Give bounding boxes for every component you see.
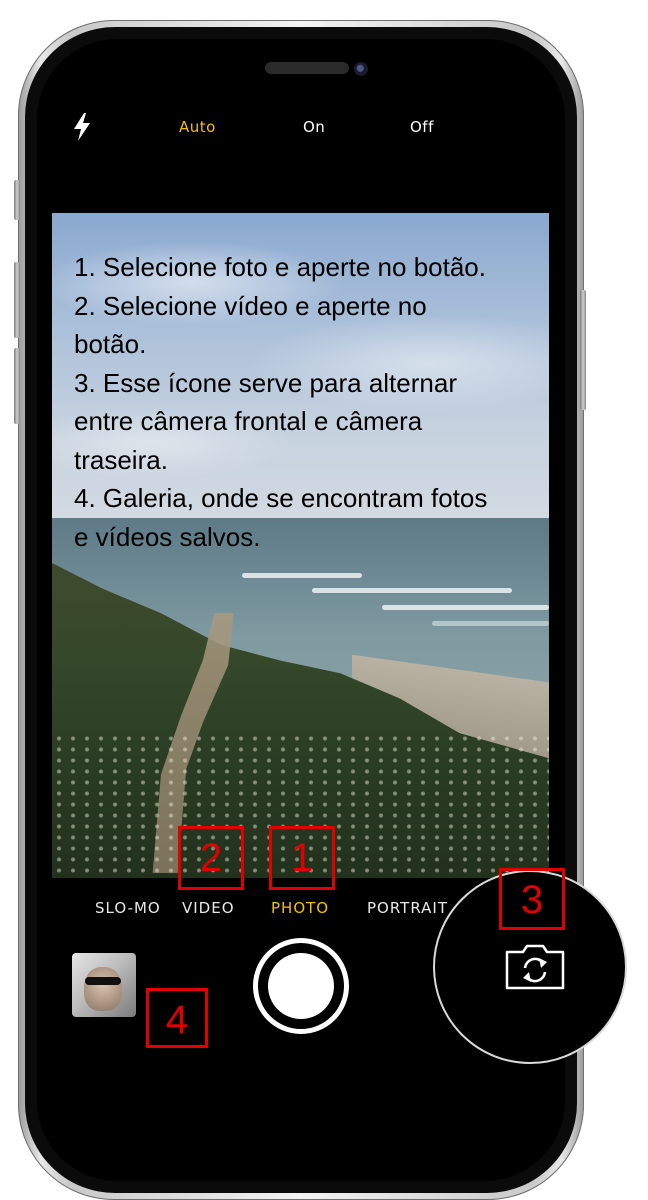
instruction-2: 2. Selecione vídeo e aperte no botão.	[74, 290, 427, 360]
viewfinder-surf	[382, 605, 549, 610]
viewfinder-surf	[242, 573, 362, 578]
camera-flip-icon[interactable]	[503, 944, 567, 990]
flash-icon[interactable]	[72, 112, 92, 142]
mode-slo-mo[interactable]: SLO-MO	[95, 899, 161, 917]
instruction-3: 3. Esse ícone serve para alternar entre …	[74, 367, 457, 475]
volume-up-button	[14, 262, 20, 338]
power-button	[580, 290, 586, 410]
gallery-thumbnail-sunglasses	[85, 977, 121, 985]
viewfinder-surf	[312, 588, 512, 593]
viewfinder-surf	[432, 621, 549, 626]
flash-on-option[interactable]: On	[303, 118, 325, 136]
shutter-button[interactable]	[253, 938, 349, 1034]
annotation-2: 2	[178, 826, 244, 890]
instruction-1: 1. Selecione foto e aperte no botão.	[74, 252, 486, 282]
gallery-thumbnail-face	[84, 967, 122, 1011]
annotation-1: 1	[269, 826, 335, 890]
volume-down-button	[14, 348, 20, 424]
instruction-text: 1. Selecione foto e aperte no botão. 2. …	[74, 248, 564, 556]
earpiece-speaker	[265, 62, 349, 74]
instruction-4: 4. Galeria, onde se encontram fotos e ví…	[74, 483, 488, 552]
front-camera-lens	[354, 62, 368, 76]
mute-switch	[14, 180, 20, 220]
mode-photo[interactable]: PHOTO	[271, 899, 329, 917]
shutter-button-inner	[268, 953, 334, 1019]
annotation-3: 3	[499, 868, 565, 930]
flash-auto-option[interactable]: Auto	[179, 118, 216, 136]
gallery-thumbnail[interactable]	[72, 953, 136, 1017]
flash-off-option[interactable]: Off	[410, 118, 434, 136]
annotation-4: 4	[146, 988, 208, 1048]
mode-portrait[interactable]: PORTRAIT	[367, 899, 448, 917]
mode-video[interactable]: VIDEO	[182, 899, 235, 917]
